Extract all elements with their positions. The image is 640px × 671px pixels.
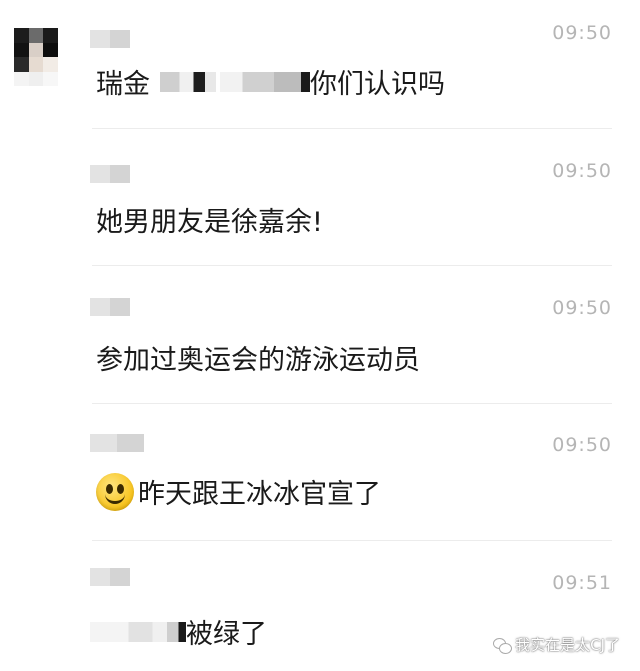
message-time: 09:50 xyxy=(552,160,612,182)
message-divider xyxy=(92,128,612,129)
message-time: 09:50 xyxy=(552,297,612,319)
message-divider xyxy=(92,540,612,541)
sender-name-redacted xyxy=(90,568,130,586)
sender-name-redacted xyxy=(90,165,130,183)
watermark-text: 我实在是太CJ了 xyxy=(515,636,620,654)
avatar[interactable] xyxy=(14,28,72,86)
redacted-text xyxy=(160,71,216,92)
message-divider xyxy=(92,265,612,266)
message-text: 她男朋友是徐嘉余! xyxy=(96,207,323,238)
redacted-text xyxy=(90,621,186,642)
message-text-end: 你们认识吗 xyxy=(310,69,445,100)
message-time: 09:50 xyxy=(552,434,612,456)
smiley-emoji-icon xyxy=(96,472,134,511)
message-text: 参加过奥运会的游泳运动员 xyxy=(96,345,420,376)
sender-name-redacted xyxy=(90,30,130,48)
message-text: 昨天跟王冰冰官宣了 xyxy=(96,472,381,511)
message-divider xyxy=(92,403,612,404)
wechat-icon xyxy=(493,636,513,654)
redacted-text xyxy=(220,71,310,92)
message-text: 瑞金 你们认识吗 xyxy=(96,62,445,101)
message-text: 被绿了 xyxy=(90,612,267,651)
watermark: 我实在是太CJ了 xyxy=(493,634,620,655)
message-time: 09:50 xyxy=(552,22,612,44)
sender-name-redacted xyxy=(90,298,130,316)
message-text-body: 昨天跟王冰冰官宣了 xyxy=(138,479,381,510)
message-text-start: 瑞金 xyxy=(96,69,150,100)
sender-name-redacted xyxy=(90,434,144,452)
message-text-body: 被绿了 xyxy=(186,619,267,650)
message-time: 09:51 xyxy=(552,572,612,594)
